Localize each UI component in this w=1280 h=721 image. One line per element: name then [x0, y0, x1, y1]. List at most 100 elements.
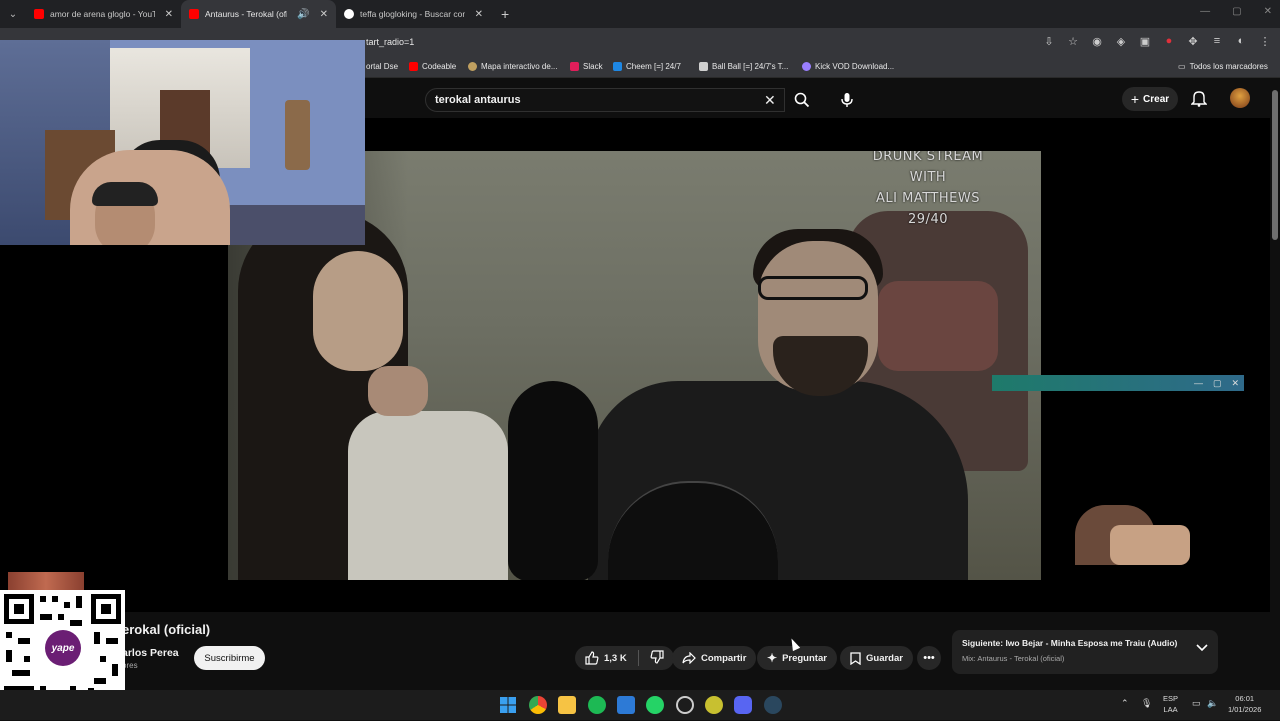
overlay-line: 29/40: [908, 212, 948, 227]
search-input[interactable]: terokal antaurus: [435, 94, 521, 106]
tray-microphone-icon[interactable]: 🎙: [1141, 698, 1152, 709]
extension-icon[interactable]: ▣: [1138, 35, 1152, 48]
up-next-subtitle: Mix: Antaurus - Terokal (oficial): [962, 654, 1065, 663]
windows-start-icon[interactable]: [499, 696, 517, 714]
search-box[interactable]: terokal antaurus ✕: [425, 88, 785, 112]
tab-2[interactable]: teffa glogloking - Buscar con G ✕: [336, 0, 491, 28]
media-control-icon[interactable]: ≡: [1210, 35, 1224, 48]
bookmark-label: Cheem [=] 24/7: [626, 62, 681, 71]
minimize-icon[interactable]: —: [1194, 378, 1203, 388]
voice-search-button[interactable]: [833, 86, 861, 114]
video-overlay-text: DRUNK STREAM WITH ALI MATTHEWS 29/40: [868, 151, 988, 230]
discord-icon[interactable]: [734, 696, 752, 714]
up-next-panel[interactable]: Siguiente: Iwo Bejar - Minha Esposa me T…: [952, 630, 1218, 674]
tab-1[interactable]: Antaurus - Terokal (oficial) 🔊 ✕: [181, 0, 336, 28]
divider: [637, 650, 639, 666]
language-indicator[interactable]: ESP LAA: [1163, 693, 1178, 715]
bookmark-star-icon[interactable]: ☆: [1066, 35, 1080, 48]
yape-logo-text: yape: [51, 642, 75, 654]
notifications-button[interactable]: [1190, 89, 1208, 112]
search-button[interactable]: [787, 88, 817, 112]
webcam-scene-clothes: [210, 205, 365, 245]
profile-avatar-icon[interactable]: ◐: [1234, 35, 1248, 48]
scrollbar-thumb[interactable]: [1272, 90, 1278, 240]
bookmark-item[interactable]: Kick VOD Download...: [802, 62, 894, 71]
all-bookmarks-label: Todos los marcadores: [1189, 62, 1268, 71]
bookmark-item[interactable]: Mapa interactivo de...: [468, 62, 557, 71]
kick-icon: [802, 62, 811, 71]
maximize-icon[interactable]: ▢: [1213, 378, 1222, 389]
save-button[interactable]: Guardar: [840, 646, 913, 670]
app-icon[interactable]: [676, 696, 694, 714]
new-tab-plus-icon[interactable]: +: [501, 6, 509, 22]
close-icon[interactable]: ✕: [1231, 378, 1239, 389]
whatsapp-icon[interactable]: [646, 696, 664, 714]
tray-chevron-up-icon[interactable]: ⌃: [1121, 698, 1129, 709]
audio-playing-icon[interactable]: 🔊: [297, 9, 309, 20]
volume-icon[interactable]: 🔈: [1207, 698, 1218, 709]
bookmark-item[interactable]: Codeable: [409, 62, 456, 71]
network-icon[interactable]: ▭: [1192, 698, 1201, 709]
all-bookmarks-folder[interactable]: ▭ Todos los marcadores: [1178, 62, 1268, 71]
photos-app-icon[interactable]: [617, 696, 635, 714]
like-button[interactable]: 1,3 K: [585, 651, 627, 665]
telegram-icon: [613, 62, 622, 71]
share-button[interactable]: Compartir: [672, 646, 757, 670]
close-tab-icon[interactable]: ✕: [165, 9, 173, 20]
folder-icon: ▭: [1178, 62, 1186, 71]
webcam-overlay: [0, 40, 365, 245]
close-window-icon[interactable]: ✕: [1264, 6, 1272, 17]
clock-time: 06:01: [1235, 694, 1255, 703]
bookmark-item[interactable]: Cheem [=] 24/7: [613, 62, 681, 71]
mini-window-titlebar[interactable]: — ▢ ✕: [992, 375, 1244, 391]
search-icon: [794, 92, 810, 108]
map-icon: [468, 62, 477, 71]
extensions-puzzle-icon[interactable]: ✥: [1186, 35, 1200, 48]
tab-search-chevron-icon[interactable]: ⌄: [0, 0, 26, 28]
chrome-menu-icon[interactable]: ⋮: [1258, 35, 1272, 48]
tab-title: amor de arena gloglo - YouTub: [50, 9, 155, 19]
ask-button[interactable]: ✦ Preguntar: [757, 646, 837, 670]
user-avatar[interactable]: [1230, 88, 1250, 108]
share-label: Compartir: [701, 652, 747, 664]
extension-red-icon[interactable]: ●: [1162, 35, 1176, 48]
thumbs-down-icon: [650, 649, 664, 664]
extension-icon[interactable]: ◈: [1114, 35, 1128, 48]
app-icon[interactable]: [705, 696, 723, 714]
sparkle-icon: ✦: [767, 651, 778, 665]
incognito-extension-icon[interactable]: ◉: [1090, 35, 1104, 48]
video-scene-person-shirt: [348, 411, 508, 580]
bookmark-item[interactable]: Slack: [570, 62, 603, 71]
close-tab-icon[interactable]: ✕: [475, 9, 483, 20]
bookmark-item[interactable]: Ball Ball [=] 24/7's T...: [699, 62, 788, 71]
chevron-down-icon[interactable]: [1196, 643, 1208, 653]
install-app-icon[interactable]: ⇩: [1042, 35, 1056, 48]
maximize-icon[interactable]: ▢: [1232, 6, 1241, 17]
more-actions-button[interactable]: •••: [917, 646, 941, 670]
chrome-taskbar-icon[interactable]: [529, 696, 547, 714]
window-controls: — ▢ ✕: [1200, 6, 1272, 17]
minimize-icon[interactable]: —: [1200, 6, 1210, 17]
clear-search-icon[interactable]: ✕: [764, 92, 776, 109]
subscribe-button[interactable]: Suscribirme: [194, 646, 265, 670]
youtube-icon: [409, 62, 418, 71]
page-scrollbar[interactable]: [1270, 80, 1280, 690]
url-text[interactable]: tart_radio=1: [366, 37, 414, 47]
close-tab-icon[interactable]: ✕: [320, 9, 328, 20]
more-dots-icon: •••: [923, 652, 935, 664]
bookmark-label: Codeable: [422, 62, 457, 71]
video-scene-chair-cushion: [878, 281, 998, 371]
bookmark-label: ortal Dse: [366, 62, 399, 71]
file-explorer-icon[interactable]: [558, 696, 576, 714]
channel-name[interactable]: arlos Perea: [122, 647, 179, 659]
dislike-button[interactable]: [650, 649, 664, 667]
bookmark-label: Mapa interactivo de...: [481, 62, 558, 71]
spotify-icon[interactable]: [588, 696, 606, 714]
create-button[interactable]: + Crear: [1122, 87, 1178, 111]
bookmark-item[interactable]: ortal Dse: [366, 62, 398, 71]
video-scene-person-face: [313, 251, 403, 371]
slack-icon: [570, 62, 579, 71]
system-clock[interactable]: 06:01 1/01/2026: [1228, 693, 1261, 715]
tab-0[interactable]: amor de arena gloglo - YouTub ✕: [26, 0, 181, 28]
steam-icon[interactable]: [764, 696, 782, 714]
